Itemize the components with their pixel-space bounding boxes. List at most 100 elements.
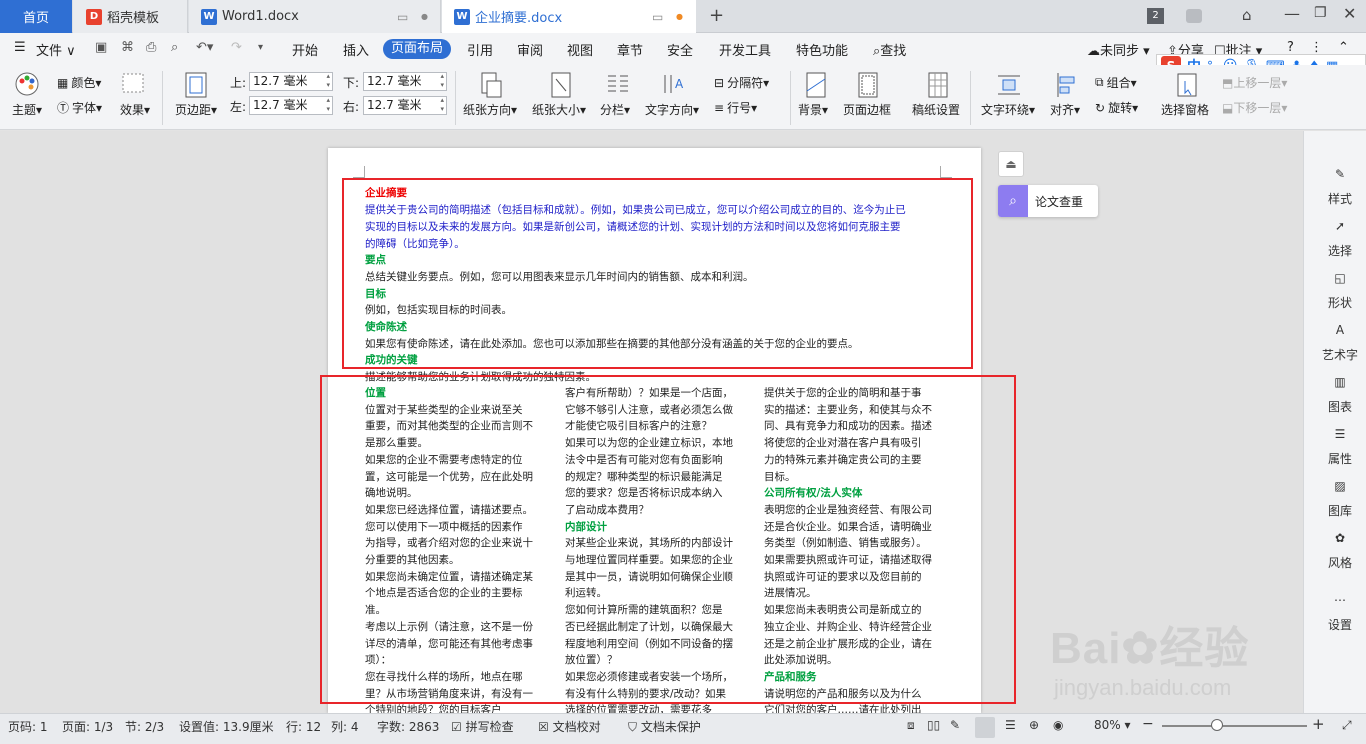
- share-link-icon[interactable]: ⌘: [121, 40, 134, 55]
- write-view-icon[interactable]: ✎: [950, 718, 960, 732]
- close-icon[interactable]: ✕: [1343, 4, 1356, 23]
- search-button[interactable]: ⌕查找: [873, 40, 906, 59]
- right-margin-input[interactable]: 12.7 毫米: [363, 96, 447, 115]
- menu-page-layout[interactable]: 页面布局: [383, 39, 451, 59]
- redo-icon[interactable]: ↷: [231, 40, 242, 55]
- minimize-icon[interactable]: —: [1284, 4, 1300, 23]
- group-button[interactable]: ⧉ 组合 ▾: [1095, 74, 1137, 91]
- tab-current-doc[interactable]: W 企业摘要.docx ▭ ●: [442, 0, 696, 33]
- text-direction-button[interactable]: 文字方向 ▾: [645, 101, 699, 118]
- text-wrap-icon[interactable]: [996, 71, 1022, 99]
- zoom-slider-thumb[interactable]: [1211, 719, 1223, 731]
- background-icon[interactable]: [804, 71, 828, 99]
- top-margin-input[interactable]: 12.7 毫米: [249, 72, 333, 91]
- selection-pane-icon[interactable]: [1175, 71, 1199, 99]
- read-view-icon[interactable]: ▯▯: [927, 718, 940, 732]
- selection-pane-button[interactable]: 选择窗格: [1161, 101, 1209, 118]
- page-view-icon[interactable]: ⧈: [907, 718, 915, 733]
- theme-button[interactable]: 主题 ▾: [12, 101, 42, 118]
- menu-review[interactable]: 审阅: [517, 40, 543, 59]
- window-count-badge[interactable]: 2: [1147, 8, 1164, 24]
- margin-button[interactable]: 页边距 ▾: [175, 101, 217, 118]
- collapse-icon[interactable]: ⏏: [998, 151, 1024, 177]
- orientation-icon[interactable]: [478, 71, 504, 99]
- tab-home[interactable]: 首页: [0, 0, 72, 33]
- columns-icon[interactable]: [605, 71, 631, 99]
- rotate-button[interactable]: ↻ 旋转 ▾: [1095, 99, 1138, 116]
- text-direction-icon[interactable]: A: [660, 71, 686, 99]
- effect-icon[interactable]: [121, 72, 145, 94]
- save-icon[interactable]: ▣: [95, 40, 107, 55]
- proofread-button[interactable]: ☒ 文档校对: [538, 718, 601, 735]
- avatar[interactable]: [1186, 9, 1202, 23]
- hamburger-icon[interactable]: ☰: [14, 40, 26, 55]
- align-icon[interactable]: [1055, 71, 1079, 99]
- menu-chapter[interactable]: 章节: [617, 40, 643, 59]
- monitor-icon[interactable]: ▭: [397, 10, 408, 24]
- more-icon[interactable]: ⋮: [1310, 40, 1323, 55]
- menu-file[interactable]: 文件 ∨: [36, 40, 76, 59]
- quick-access-dropdown-icon[interactable]: ▾: [258, 42, 263, 53]
- menu-features[interactable]: 特色功能: [796, 40, 848, 59]
- print-preview-icon[interactable]: ⌕: [171, 40, 178, 55]
- web-view-icon[interactable]: ⊕: [1029, 718, 1039, 732]
- eye-care-icon[interactable]: ◉: [1053, 718, 1063, 732]
- send-backward-button[interactable]: ⬓ 下移一层 ▾: [1222, 99, 1287, 116]
- tab-word1[interactable]: W Word1.docx ▭ ●: [189, 0, 441, 33]
- undo-icon[interactable]: ↶▾: [196, 40, 213, 55]
- restore-icon[interactable]: ❐: [1314, 5, 1327, 21]
- background-button[interactable]: 背景 ▾: [798, 101, 828, 118]
- zoom-out-icon[interactable]: −: [1142, 716, 1154, 732]
- paper-check-button[interactable]: ⌕ 论文查重: [998, 185, 1098, 217]
- collapse-ribbon-icon[interactable]: ⌃: [1338, 40, 1349, 55]
- zoom-level[interactable]: 80% ▾: [1094, 718, 1131, 732]
- menu-security[interactable]: 安全: [667, 40, 693, 59]
- orientation-button[interactable]: 纸张方向 ▾: [463, 101, 517, 118]
- bottom-margin-input[interactable]: 12.7 毫米: [363, 72, 447, 91]
- columns-button[interactable]: 分栏 ▾: [600, 101, 630, 118]
- skin-icon[interactable]: ⌂: [1242, 6, 1252, 24]
- side-chart[interactable]: ▥ 图表: [1318, 375, 1362, 415]
- status-row[interactable]: 行: 12: [286, 718, 321, 735]
- text-wrap-button[interactable]: 文字环绕 ▾: [981, 101, 1035, 118]
- paper-size-button[interactable]: 纸张大小 ▾: [532, 101, 586, 118]
- menu-start[interactable]: 开始: [292, 40, 318, 59]
- status-page[interactable]: 页面: 1/3: [62, 718, 113, 735]
- zoom-in-icon[interactable]: +: [1312, 715, 1325, 733]
- side-shape[interactable]: ◱ 形状: [1318, 271, 1362, 311]
- line-number-button[interactable]: ≡ 行号 ▾: [714, 99, 757, 116]
- tab-dot-icon[interactable]: ●: [421, 12, 428, 21]
- side-gallery[interactable]: ▨ 图库: [1318, 479, 1362, 519]
- bring-forward-button[interactable]: ⬒ 上移一层 ▾: [1222, 74, 1287, 91]
- palette-icon[interactable]: [14, 71, 40, 97]
- zoom-slider[interactable]: [1162, 725, 1307, 727]
- left-margin-input[interactable]: 12.7 毫米: [249, 96, 333, 115]
- side-properties[interactable]: ☰ 属性: [1318, 427, 1362, 467]
- font-button[interactable]: Ⓣ 字体 ▾: [57, 99, 102, 116]
- grid-paper-button[interactable]: 稿纸设置: [912, 101, 960, 118]
- new-tab-icon[interactable]: +: [709, 5, 724, 26]
- margin-icon[interactable]: [183, 71, 209, 99]
- color-button[interactable]: ▦ 颜色 ▾: [57, 74, 101, 91]
- help-icon[interactable]: ?: [1287, 40, 1294, 55]
- side-style[interactable]: ✎ 样式: [1318, 167, 1362, 207]
- menu-references[interactable]: 引用: [467, 40, 493, 59]
- menu-view[interactable]: 视图: [567, 40, 593, 59]
- status-page-code[interactable]: 页码: 1: [8, 718, 48, 735]
- outline-view-icon[interactable]: ☰: [1005, 718, 1016, 732]
- side-theme-style[interactable]: ✿ 风格: [1318, 531, 1362, 571]
- grid-paper-icon[interactable]: [926, 71, 950, 99]
- protect-status[interactable]: ⛉ 文档未保护: [628, 718, 701, 735]
- side-select[interactable]: ➚ 选择: [1318, 219, 1362, 259]
- page-border-icon[interactable]: [856, 71, 880, 99]
- status-setting[interactable]: 设置值: 13.9厘米: [179, 718, 274, 735]
- separator-button[interactable]: ⊟ 分隔符 ▾: [714, 74, 769, 91]
- status-col[interactable]: 列: 4: [331, 718, 359, 735]
- menu-insert[interactable]: 插入: [343, 40, 369, 59]
- status-section[interactable]: 节: 2/3: [125, 718, 164, 735]
- fullscreen-icon[interactable]: ⤢: [1342, 718, 1352, 733]
- monitor-icon[interactable]: ▭: [652, 10, 663, 24]
- status-word-count[interactable]: 字数: 2863: [377, 718, 439, 735]
- align-button[interactable]: 对齐 ▾: [1050, 101, 1080, 118]
- menu-dev-tools[interactable]: 开发工具: [719, 40, 771, 59]
